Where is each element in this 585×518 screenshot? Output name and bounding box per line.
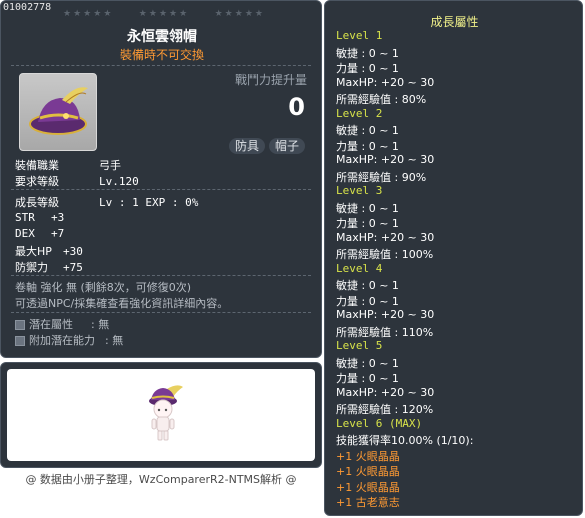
star-icon: ★ (214, 9, 223, 19)
potential-row: 潛在屬性 : 無 (15, 316, 109, 332)
skill-item: +1 火眼晶晶 (336, 449, 400, 463)
avatar-preview-panel (0, 362, 322, 468)
tag-armor: 防具 (229, 138, 266, 154)
growth-stat-line: 所需經驗值 : 80% (336, 93, 427, 106)
growth-stat-line: 敏捷 : 0 ~ 1 (336, 201, 399, 215)
growth-level-label: 成長等級 (15, 196, 59, 209)
stat-value: +3 (51, 211, 65, 224)
item-id: 01002778 (3, 2, 52, 13)
trade-restriction-note: 裝備時不可交換 (119, 48, 204, 62)
star-icon: ★ (148, 9, 157, 19)
growth-stat-line: 力量 : 0 ~ 1 (336, 372, 399, 385)
stat-label: DEX (15, 227, 35, 240)
req-level-row: 要求等級 Lv.120 (15, 173, 139, 189)
growth-level-heading: Level 5 (336, 339, 383, 352)
growth-level-heading: Level 2 (336, 106, 383, 120)
additional-potential-row: 附加潛在能力 : 無 (15, 332, 123, 348)
star-icon: ★ (73, 9, 82, 19)
stat-value: +7 (51, 227, 65, 240)
growth-stat-line: 敏捷 : 0 ~ 1 (336, 124, 399, 137)
star-icon: ★ (179, 9, 188, 19)
star-icon: ★ (234, 9, 243, 19)
star-icon: ★ (93, 9, 102, 19)
divider (11, 312, 311, 313)
star-icon: ★ (138, 9, 147, 19)
growth-level-row: 成長等級 Lv : 1 EXP : 0% (15, 194, 198, 210)
footer-credit: @ 数据由小册子整理，WzComparerR2-NTMS解析 @ (25, 473, 297, 486)
additional-potential-icon (15, 336, 25, 346)
skill-item: +1 火眼晶晶 (336, 480, 400, 494)
growth-attributes-panel: 成長屬性 Level 1 敏捷 : 0 ~ 1 力量 : 0 ~ 1 MaxHP: +… (324, 0, 583, 516)
star-icon: ★ (83, 9, 92, 19)
item-name: 永恒雲翎帽 (127, 29, 197, 45)
stat-label: 最大HP (15, 245, 52, 258)
growth-stat-line: 所需經驗值 : 110% (336, 325, 434, 339)
stat-row: 最大HP +30 (15, 243, 83, 259)
skill-item: +1 火眼晶晶 (336, 465, 400, 478)
divider (11, 275, 311, 276)
stat-row: 防禦力 +75 (15, 259, 83, 275)
star-icon: ★ (224, 9, 233, 19)
stat-row: STR +3 (15, 211, 64, 224)
job-label: 裝備職業 (15, 159, 59, 172)
req-level-label: 要求等級 (15, 175, 59, 188)
growth-level-value: Lv : 1 EXP : 0% (99, 196, 199, 209)
growth-stat-line: MaxHP: +20 ~ 30 (336, 75, 435, 89)
stat-value: +30 (63, 245, 83, 258)
growth-level-heading: Level 4 (336, 261, 383, 275)
growth-stat-line: 所需經驗值 : 90% (336, 170, 427, 184)
growth-stat-line: 所需經驗值 : 120% (336, 403, 434, 416)
growth-level-heading: Level 3 (336, 184, 383, 197)
req-level-value: Lv.120 (99, 175, 139, 188)
growth-stat-line: MaxHP: +20 ~ 30 (336, 308, 435, 321)
item-icon-frame (19, 73, 97, 151)
growth-stat-line: 力量 : 0 ~ 1 (336, 139, 399, 153)
additional-potential-label: 附加潛在能力 (29, 334, 95, 347)
growth-stat-line: 敏捷 : 0 ~ 1 (336, 46, 399, 60)
star-icon: ★ (244, 9, 253, 19)
star-icon: ★ (158, 9, 168, 19)
avatar-preview-area (7, 369, 315, 461)
additional-potential-value: : 無 (105, 334, 124, 347)
growth-stat-line: 力量 : 0 ~ 1 (336, 62, 399, 75)
growth-stat-line: 力量 : 0 ~ 1 (336, 217, 399, 230)
star-icon: ★ (63, 9, 72, 19)
growth-stat-line: 敏捷 : 0 ~ 1 (336, 356, 399, 370)
stat-label: STR (15, 211, 35, 224)
hat-icon (29, 87, 88, 135)
star-icon: ★ (254, 9, 263, 19)
star-icon: ★ (169, 9, 178, 19)
growth-title: 成長屬性 (430, 15, 479, 29)
growth-max-level-heading: Level 6 (MAX) (336, 416, 423, 430)
star-icon: ★ (103, 9, 112, 19)
potential-value: : 無 (91, 318, 110, 331)
divider (11, 65, 311, 66)
item-tooltip: 01002778 ★ ★ ★ ★ ★ ★ ★ ★ ★ ★ ★ ★ ★ ★ ★ 永恒雲翎帽 裝備時不可交換… (0, 0, 322, 358)
tag-hat: 帽子 (269, 138, 306, 154)
skill-rate-line: 技能獲得率10.00% (1/10): (336, 434, 474, 447)
stat-label: 防禦力 (15, 261, 48, 274)
scroll-info: 卷軸 強化 無 (剩餘8次，可修復0次) (15, 281, 192, 294)
npc-info: 可透過NPC/採集確查看強化資訊詳細內容。 (15, 297, 229, 310)
divider (11, 189, 311, 190)
potential-label: 潛在屬性 (29, 318, 73, 331)
growth-stat-line: MaxHP: +20 ~ 30 (336, 385, 435, 399)
growth-stat-line: 力量 : 0 ~ 1 (336, 294, 399, 308)
growth-stat-line: MaxHP: +20 ~ 30 (336, 153, 435, 166)
character-avatar-icon (149, 385, 183, 441)
job-row: 裝備職業 弓手 (15, 157, 121, 173)
stat-value: +75 (63, 261, 83, 274)
growth-level-heading: Level 1 (336, 29, 383, 42)
power-increase-label: 戰鬥力提升量 (234, 73, 307, 87)
potential-icon (15, 320, 25, 330)
power-increase-value: 0 (288, 93, 305, 121)
growth-stat-line: 所需經驗值 : 100% (336, 248, 434, 261)
skill-item: +1 古老意志 (336, 496, 400, 509)
star-force-rating: ★ ★ ★ ★ ★ ★ ★ ★ ★ ★ ★ ★ ★ ★ ★ (63, 10, 263, 19)
stat-row: DEX +7 (15, 227, 64, 240)
growth-stat-line: 敏捷 : 0 ~ 1 (336, 279, 399, 292)
growth-stat-line: MaxHP: +20 ~ 30 (336, 230, 435, 244)
job-value: 弓手 (99, 159, 121, 172)
